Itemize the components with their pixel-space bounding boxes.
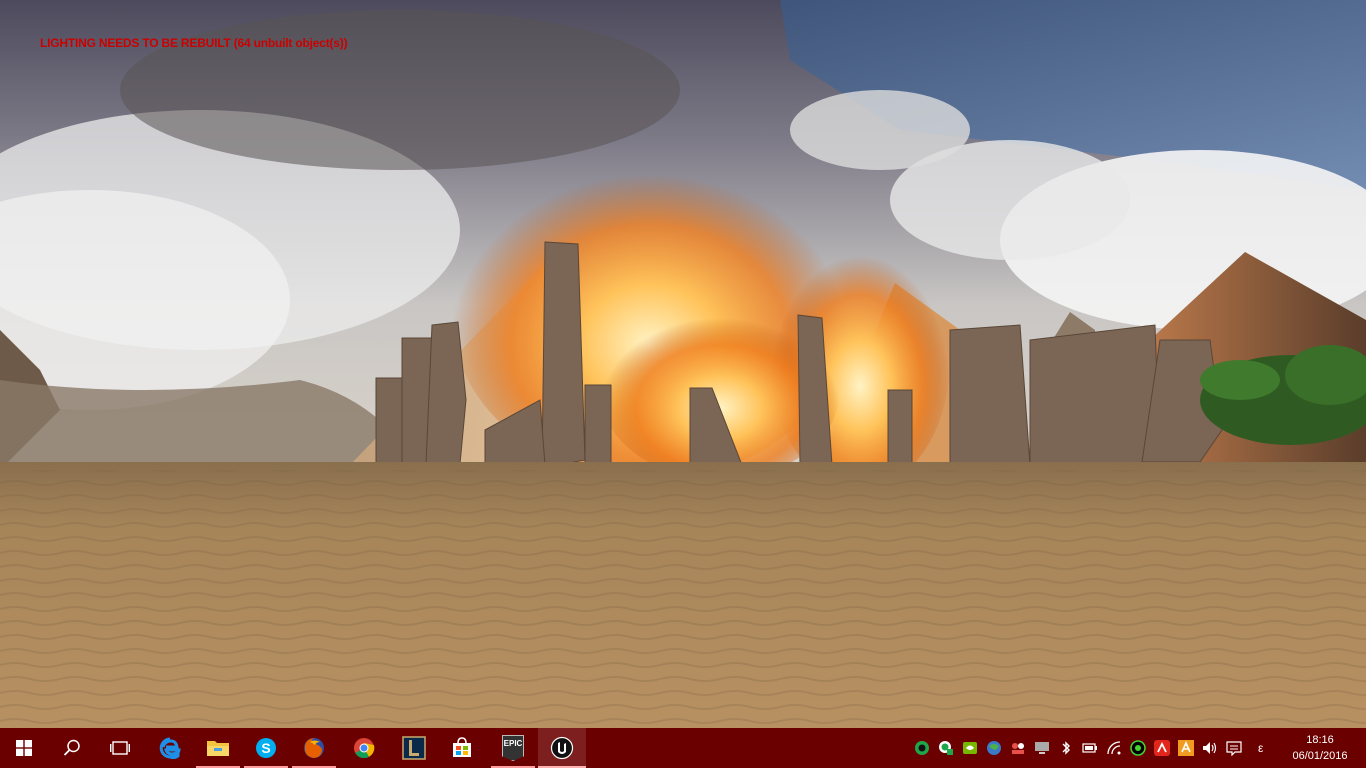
tray-avast-icon[interactable] [1178,740,1194,756]
task-view-icon [110,741,130,755]
taskbar-app-store[interactable] [438,728,486,768]
svg-text:S: S [261,740,270,756]
tray-people-icon[interactable] [1010,740,1026,756]
tray-volume-icon[interactable] [1202,740,1218,756]
folder-icon [207,741,229,756]
search-button[interactable] [48,728,96,768]
firefox-icon [304,738,324,758]
unreal-engine-icon [550,736,574,760]
clock-date: 06/01/2016 [1292,750,1348,762]
tray-action-center-icon[interactable] [1226,740,1242,756]
start-button[interactable] [0,728,48,768]
tray-avira-icon[interactable] [1154,740,1170,756]
epic-games-icon: EPIC [502,735,524,761]
tray-wifi-icon[interactable] [1106,740,1122,756]
store-icon [453,737,471,757]
game-scene [0,0,1366,728]
lighting-warning-text: LIGHTING NEEDS TO BE REBUILT (64 unbuilt… [40,36,348,50]
search-icon [63,739,80,756]
chrome-icon [354,738,375,759]
task-view-button[interactable] [96,728,144,768]
tray-circle-icon[interactable] [914,740,930,756]
taskbar-app-file-explorer[interactable] [194,728,242,768]
edge-icon [159,737,181,759]
taskbar-app-league-of-legends[interactable] [390,728,438,768]
skype-icon: S [256,738,276,758]
tray-monitor-icon[interactable] [1034,740,1050,756]
taskbar: S EPIC ε 18:16 06/01/2016 [0,728,1366,768]
tray-green-app-icon[interactable] [938,740,954,756]
tray-battery-icon[interactable] [1082,740,1098,756]
clock-time: 18:16 [1306,734,1334,746]
taskbar-app-edge[interactable] [146,728,194,768]
language-indicator[interactable]: ε [1258,728,1263,768]
tray-network-globe-icon[interactable] [986,740,1002,756]
tray-razer-icon[interactable] [1130,740,1146,756]
taskbar-app-skype[interactable]: S [242,728,290,768]
tray-nvidia-icon[interactable] [962,740,978,756]
lol-icon [402,736,426,760]
taskbar-app-epic-games[interactable]: EPIC [489,728,537,768]
taskbar-app-firefox[interactable] [290,728,338,768]
taskbar-app-chrome[interactable] [340,728,388,768]
taskbar-app-unreal-engine[interactable] [538,728,586,768]
system-clock[interactable]: 18:16 06/01/2016 [1282,728,1358,768]
windows-logo-icon [16,740,32,756]
game-viewport[interactable]: LIGHTING NEEDS TO BE REBUILT (64 unbuilt… [0,0,1366,728]
tray-bluetooth-icon[interactable] [1058,740,1074,756]
